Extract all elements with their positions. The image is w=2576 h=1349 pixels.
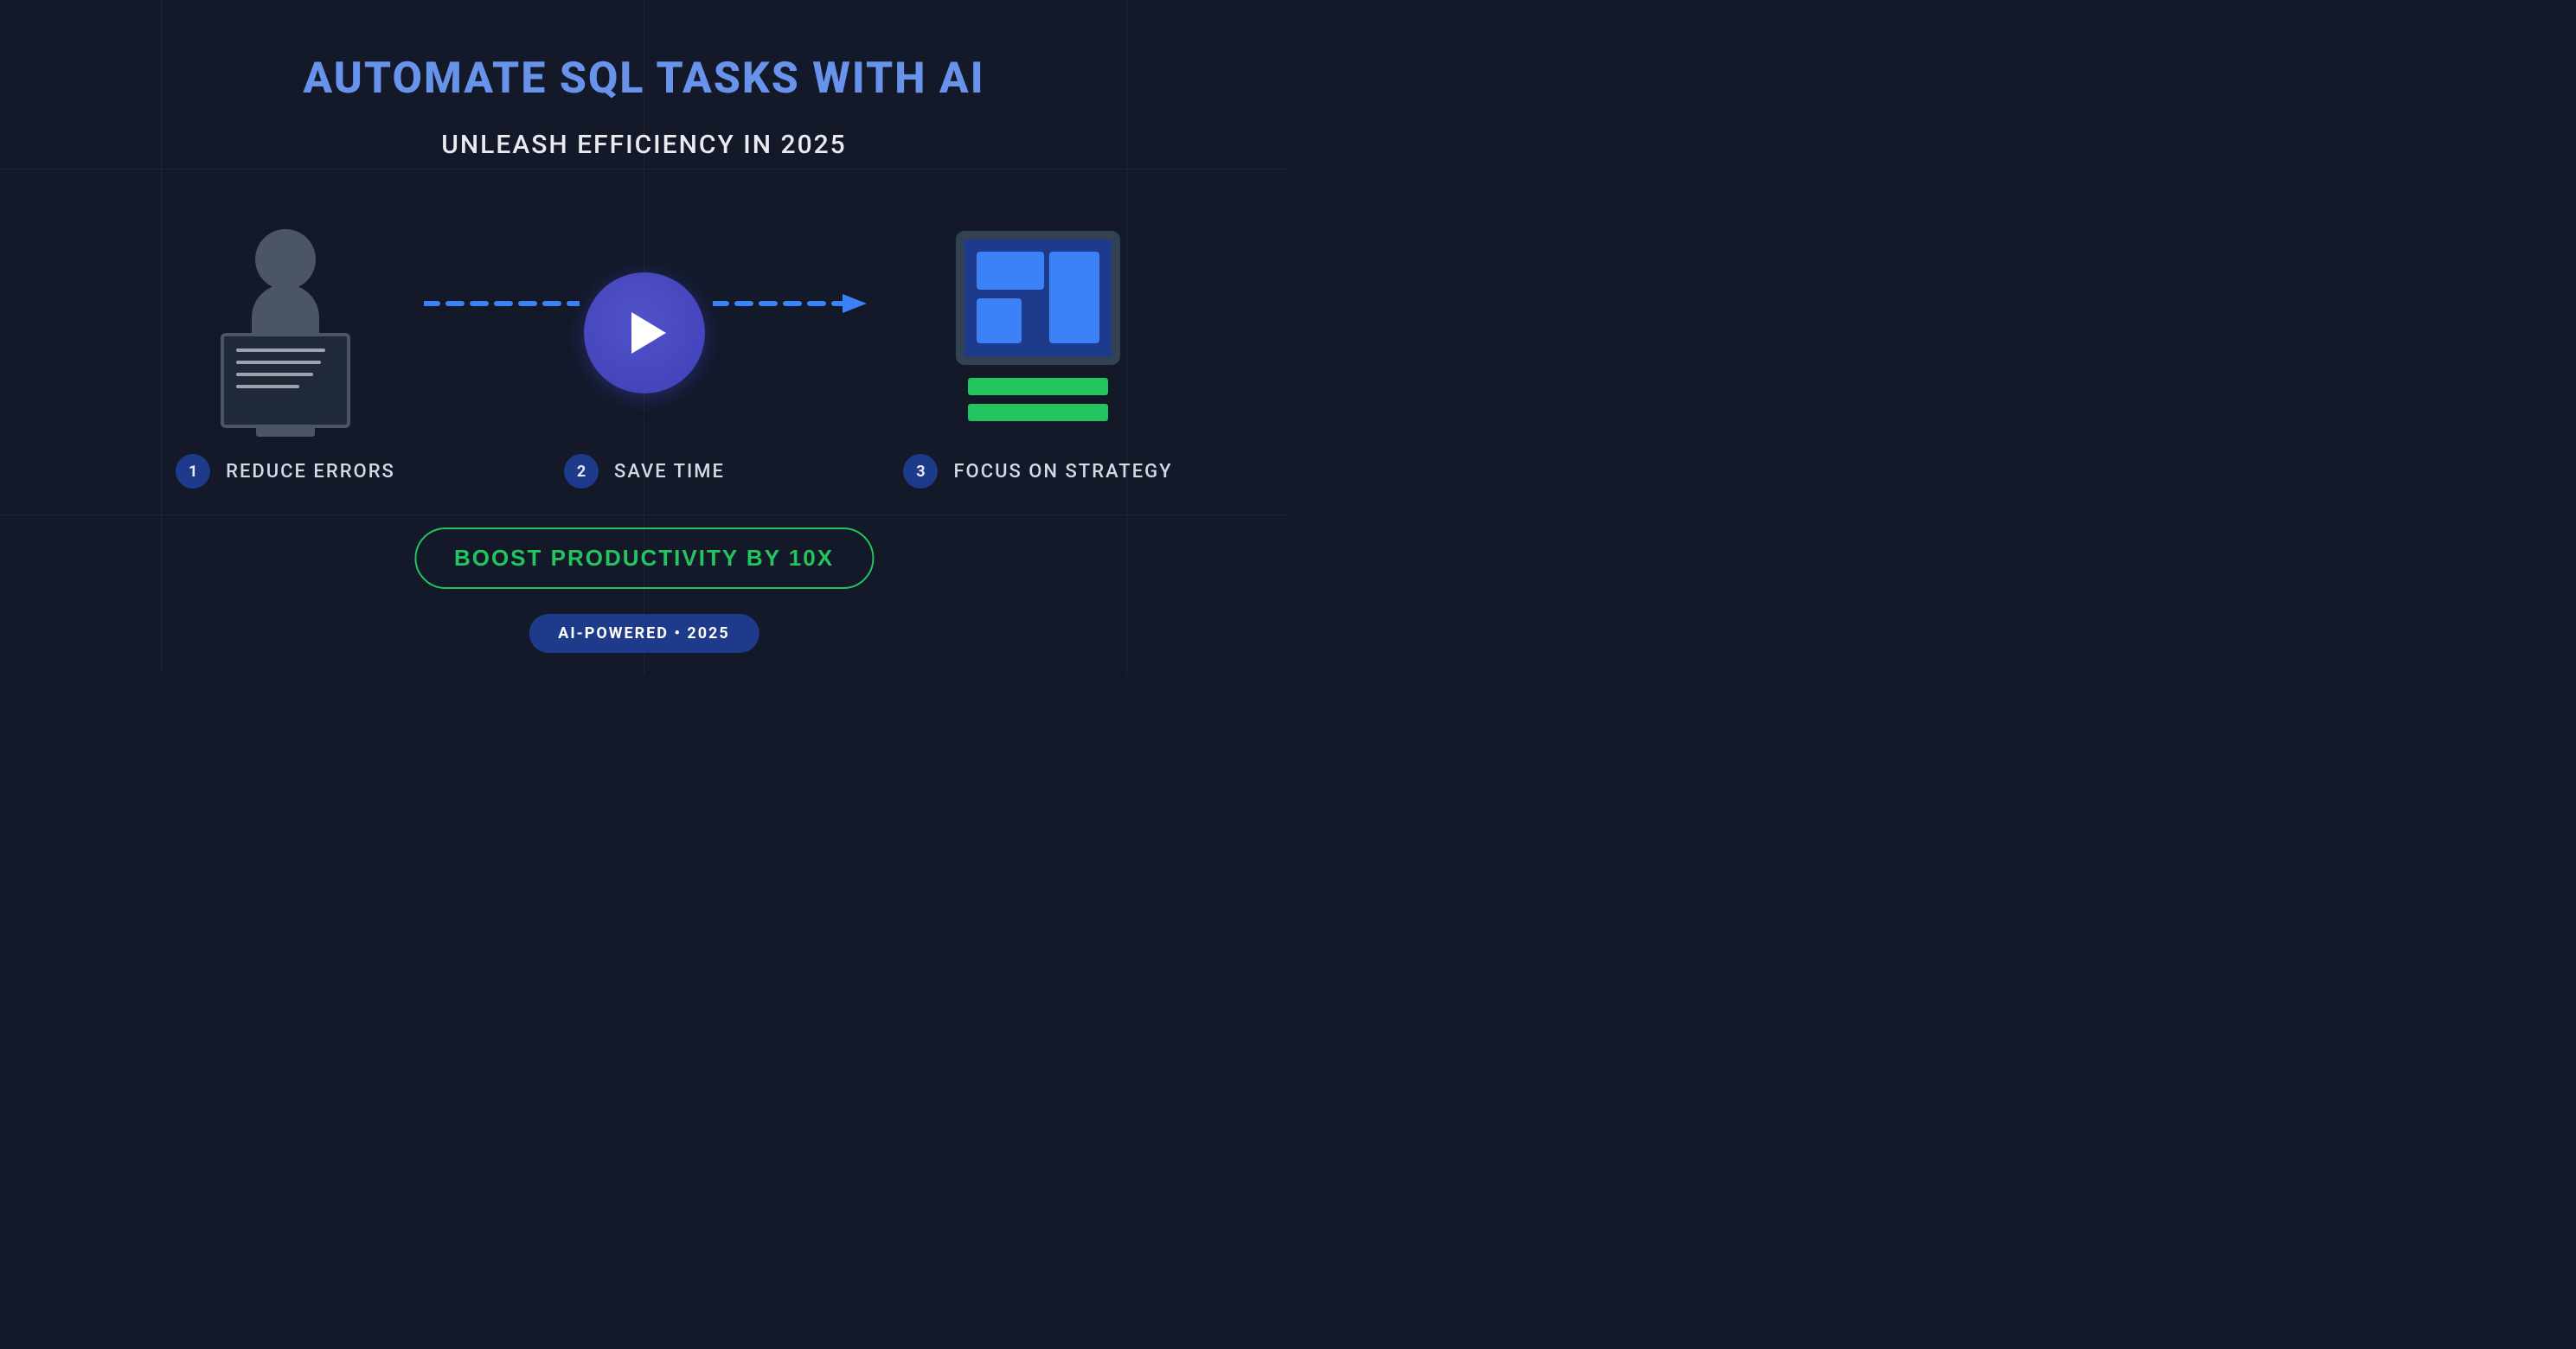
manual-work-icon [112, 225, 458, 441]
page-title: AUTOMATE SQL TASKS WITH AI [0, 54, 1288, 104]
page-subtitle: UNLEASH EFFICIENCY IN 2025 [0, 130, 1288, 160]
cta-boost-button[interactable]: BOOST PRODUCTIVITY BY 10X [414, 527, 874, 589]
step-label-2: SAVE TIME [614, 461, 725, 483]
step-badge-1: 1 [176, 454, 210, 489]
step-label-1: REDUCE ERRORS [226, 461, 395, 483]
play-icon [631, 312, 666, 354]
badge-ai-powered: AI-POWERED • 2025 [529, 614, 759, 653]
step-column-3: 3 FOCUS ON STRATEGY [865, 225, 1211, 489]
step-label-3: FOCUS ON STRATEGY [953, 461, 1172, 483]
play-button[interactable] [584, 272, 705, 393]
step-badge-2: 2 [564, 454, 599, 489]
step-badge-3: 3 [903, 454, 938, 489]
step-column-1: 1 REDUCE ERRORS [112, 225, 458, 489]
dashboard-icon [865, 225, 1211, 441]
step-column-2: 2 SAVE TIME [471, 225, 817, 489]
